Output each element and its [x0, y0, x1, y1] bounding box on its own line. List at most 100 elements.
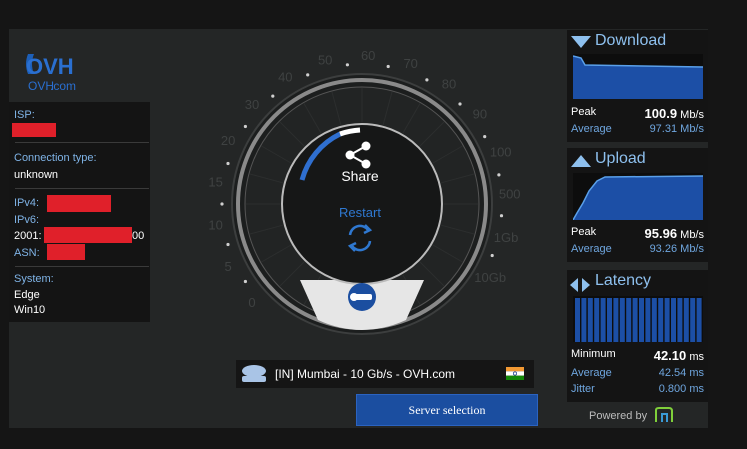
- gauge-tick-label: 10Gb: [474, 270, 506, 285]
- latency-graph: [573, 296, 703, 342]
- latency-bar: [651, 298, 657, 342]
- latency-jitter-unit: ms: [689, 383, 704, 395]
- system-label: System:: [14, 273, 54, 285]
- download-graph: [573, 54, 703, 99]
- ipv6-redaction: [44, 227, 132, 243]
- gauge-tick-label: 20: [221, 133, 235, 148]
- upload-title: Upload: [595, 150, 646, 167]
- server-selection-button[interactable]: Server selection: [356, 394, 538, 426]
- latency-bar: [613, 298, 619, 342]
- download-panel: Download Peak 100.9 Mb/s Average 97.31 M…: [567, 30, 708, 142]
- isp-label: ISP:: [14, 109, 35, 121]
- system-browser: Edge: [14, 289, 40, 301]
- latency-bar: [690, 298, 696, 342]
- latency-bar: [664, 298, 670, 342]
- upload-peak-value: 95.96: [644, 226, 678, 241]
- upload-average-label: Average: [571, 243, 612, 255]
- server-icon: [242, 365, 266, 382]
- latency-average-value: 42.54: [658, 367, 687, 379]
- gauge-tick-label: 50: [318, 53, 332, 68]
- latency-bar: [594, 298, 600, 342]
- gauge-tick-dot: [243, 279, 247, 284]
- latency-minimum-unit: ms: [689, 351, 704, 363]
- asn-redaction: [47, 244, 85, 260]
- latency-bar: [619, 298, 625, 342]
- connection-type-label: Connection type:: [14, 152, 97, 164]
- server-bar[interactable]: [IN] Mumbai - 10 Gb/s - OVH.com: [236, 360, 534, 388]
- gauge-tick-dot: [483, 135, 487, 139]
- gauge-tick-dot: [386, 64, 390, 69]
- latency-bar: [639, 298, 644, 342]
- powered-by-logo-icon: [655, 407, 673, 422]
- gauge-tick-label: 60: [361, 48, 375, 63]
- gauge-tick-label: 0: [248, 295, 255, 310]
- download-average-unit: Mb/s: [680, 123, 704, 135]
- download-average-value: 97.31: [649, 123, 678, 135]
- gauge-tick-label: 500: [499, 187, 521, 202]
- download-peak-label: Peak: [571, 106, 597, 118]
- share-label[interactable]: Share: [341, 168, 379, 184]
- connection-info-panel: ISP: Connection type: unknown IPv4: IPv6…: [9, 102, 150, 322]
- upload-panel: Upload Peak 95.96 Mb/s Average 93.26 Mb/…: [567, 148, 708, 262]
- latency-bar: [696, 298, 702, 342]
- gauge-tick-label: 30: [245, 97, 259, 112]
- download-arrow-icon: [571, 36, 591, 48]
- gauge-tick-dot: [497, 173, 501, 177]
- download-average-row: Average 97.31 Mb/s: [571, 123, 704, 137]
- download-title: Download: [595, 32, 667, 49]
- gauge-tick-label: 90: [473, 107, 487, 122]
- upload-peak-row: Peak 95.96 Mb/s: [571, 226, 704, 242]
- latency-average-unit: ms: [689, 367, 704, 379]
- asn-label: ASN:: [14, 247, 40, 259]
- ipv4-label: IPv4:: [14, 197, 40, 209]
- speed-gauge: 0 5 10 15 20 30 40 50 60 70 80 90 100 500 1Gb 10Gb Shar…: [208, 48, 521, 335]
- latency-jitter-label: Jitter: [571, 383, 595, 395]
- settings-icon[interactable]: [348, 283, 376, 311]
- gauge-tick-dot: [345, 63, 349, 67]
- logo-mark: OVH: [26, 54, 74, 79]
- latency-minimum-row: Minimum 42.10 ms: [571, 348, 704, 364]
- system-os: Win10: [14, 304, 46, 316]
- download-average-label: Average: [571, 123, 612, 135]
- ipv6-suffix: 00: [132, 230, 145, 242]
- gauge-tick-dot: [425, 78, 429, 82]
- gauge-tick-dot: [243, 124, 247, 129]
- server-name: [IN] Mumbai - 10 Gb/s - OVH.com: [275, 367, 456, 381]
- upload-average-row: Average 93.26 Mb/s: [571, 243, 704, 257]
- ovh-logo: OVH .com OVH: [22, 44, 84, 96]
- latency-bar: [645, 298, 651, 342]
- gauge-tick-label: 10: [208, 218, 222, 233]
- gauge-tick-label: 80: [442, 76, 456, 91]
- latency-arrows-icon: [570, 278, 590, 292]
- gauge-tick-dot: [499, 214, 504, 218]
- ipv6-label: IPv6:: [14, 214, 40, 226]
- gauge-tick-dot: [271, 94, 275, 98]
- latency-average-label: Average: [571, 367, 612, 379]
- gauge-tick-label: 5: [224, 259, 231, 274]
- latency-bar: [600, 298, 606, 342]
- latency-minimum-value: 42.10: [653, 348, 687, 363]
- restart-label[interactable]: Restart: [339, 205, 381, 220]
- ipv4-redaction: [47, 195, 111, 212]
- gauge-tick-dot: [226, 161, 230, 166]
- gauge-tick-label: 15: [208, 174, 222, 189]
- latency-jitter-value: 0.800: [658, 383, 687, 395]
- isp-redaction: [12, 123, 56, 137]
- latency-bar: [658, 298, 664, 342]
- upload-graph: [573, 173, 703, 220]
- gauge-tick-dot: [458, 102, 462, 106]
- gauge-tick-label: 100: [490, 144, 512, 159]
- upload-average-unit: Mb/s: [680, 243, 704, 255]
- india-flag-icon: [506, 367, 524, 380]
- gauge-tick-label: 40: [278, 69, 292, 84]
- upload-peak-label: Peak: [571, 226, 597, 238]
- latency-minimum-label: Minimum: [571, 348, 616, 360]
- gauge-tick-dot: [220, 202, 224, 206]
- download-peak-value: 100.9: [644, 106, 678, 121]
- ipv6-prefix: 2001:: [14, 230, 42, 242]
- gauge-tick-dot: [490, 253, 494, 258]
- latency-bar: [581, 298, 587, 342]
- upload-average-value: 93.26: [649, 243, 678, 255]
- gauge-tick-label: 70: [403, 56, 417, 71]
- logo-sub-prefix: OVH: [28, 79, 54, 93]
